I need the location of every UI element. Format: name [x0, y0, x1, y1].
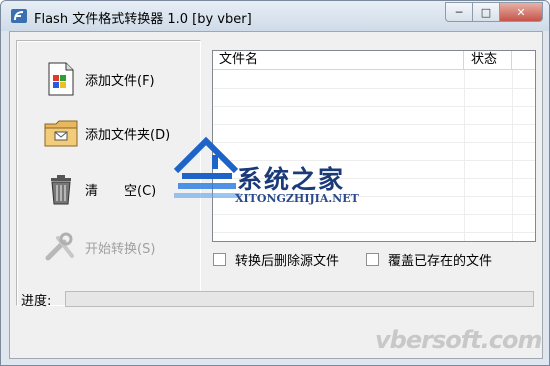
trash-icon — [43, 171, 79, 207]
maximize-icon: □ — [480, 5, 492, 19]
minimize-button[interactable]: ─ — [445, 2, 472, 22]
clear-label: 清 空(C) — [85, 183, 157, 199]
watermark-title: 系统之家 — [237, 165, 346, 194]
grid-divider — [464, 70, 465, 241]
close-button[interactable]: ✕ — [499, 2, 543, 22]
title-bar[interactable]: Flash 文件格式转换器 1.0 [by vber] ─ □ ✕ — [1, 1, 549, 31]
main-window: Flash 文件格式转换器 1.0 [by vber] ─ □ ✕ 添加文件(F… — [0, 0, 550, 366]
checkbox-box[interactable] — [366, 253, 379, 266]
overwrite-checkbox[interactable]: 覆盖已存在的文件 — [366, 250, 492, 269]
grid-line — [213, 106, 535, 107]
watermark-subtitle: XITONGZHIJIA.NET — [235, 192, 359, 205]
file-list-header: 文件名 状态 — [213, 51, 535, 70]
progress-label: 进度: — [21, 294, 52, 309]
grid-line — [213, 232, 535, 233]
document-icon — [43, 61, 79, 97]
window-controls: ─ □ ✕ — [445, 2, 543, 22]
grid-divider — [512, 70, 513, 241]
delete-source-label: 转换后删除源文件 — [235, 254, 340, 269]
column-header-status[interactable]: 状态 — [465, 51, 512, 69]
window-title: Flash 文件格式转换器 1.0 [by vber] — [34, 12, 252, 27]
add-file-button[interactable]: 添加文件(F) — [43, 59, 155, 99]
app-icon — [11, 9, 27, 23]
tools-icon — [43, 229, 79, 265]
column-header-filename[interactable]: 文件名 — [213, 51, 464, 69]
checkbox-box[interactable] — [213, 253, 226, 266]
start-convert-label: 开始转换(S) — [85, 241, 156, 257]
close-icon: ✕ — [516, 5, 526, 19]
folder-icon — [43, 115, 79, 151]
grid-line — [213, 214, 535, 215]
progress-bar — [65, 291, 534, 307]
grid-line — [213, 124, 535, 125]
overwrite-label: 覆盖已存在的文件 — [388, 254, 493, 269]
maximize-button[interactable]: □ — [472, 2, 499, 22]
minimize-icon: ─ — [455, 5, 463, 19]
site-watermark: vbersoft.com — [375, 326, 542, 354]
start-convert-button[interactable]: 开始转换(S) — [43, 227, 155, 267]
add-folder-label: 添加文件夹(D) — [85, 127, 171, 143]
delete-source-checkbox[interactable]: 转换后删除源文件 — [213, 250, 339, 269]
add-folder-button[interactable]: 添加文件夹(D) — [43, 113, 170, 153]
add-file-label: 添加文件(F) — [85, 73, 155, 89]
clear-button[interactable]: 清 空(C) — [43, 169, 156, 209]
grid-line — [213, 88, 535, 89]
